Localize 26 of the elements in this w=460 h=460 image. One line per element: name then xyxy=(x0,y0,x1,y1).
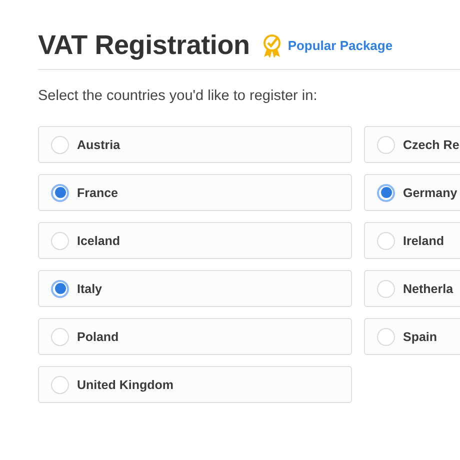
country-option[interactable]: United Kingdom xyxy=(38,366,352,403)
radio-button[interactable] xyxy=(377,280,395,298)
radio-button[interactable] xyxy=(377,136,395,154)
country-option[interactable]: Italy xyxy=(38,270,352,307)
radio-button[interactable] xyxy=(51,280,69,298)
country-option[interactable]: Iceland xyxy=(38,222,352,259)
country-option[interactable]: Netherla xyxy=(364,270,460,307)
radio-button[interactable] xyxy=(377,232,395,250)
country-option[interactable]: France xyxy=(38,174,352,211)
popular-package-label: Popular Package xyxy=(288,38,393,53)
country-option[interactable]: Ireland xyxy=(364,222,460,259)
radio-button[interactable] xyxy=(51,328,69,346)
radio-button[interactable] xyxy=(377,184,395,202)
radio-button[interactable] xyxy=(51,184,69,202)
country-option[interactable]: Czech Re xyxy=(364,126,460,163)
radio-button[interactable] xyxy=(377,328,395,346)
instruction-text: Select the countries you'd like to register in: xyxy=(38,88,318,104)
radio-button[interactable] xyxy=(51,136,69,154)
radio-button[interactable] xyxy=(51,232,69,250)
country-option[interactable]: Poland xyxy=(38,318,352,355)
radio-button[interactable] xyxy=(51,376,69,394)
country-option[interactable]: Germany xyxy=(364,174,460,211)
country-option[interactable]: Austria xyxy=(38,126,352,163)
page-title: VAT Registration xyxy=(38,30,250,61)
country-option[interactable]: Spain xyxy=(364,318,460,355)
award-ribbon-icon xyxy=(262,34,282,58)
